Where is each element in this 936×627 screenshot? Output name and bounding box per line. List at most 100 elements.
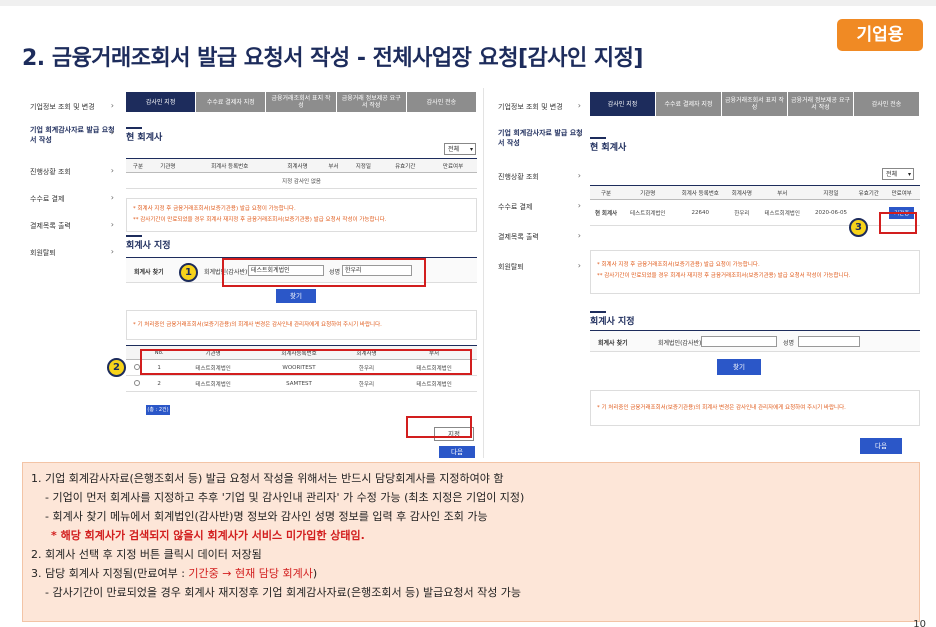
column-header: 유효기간 xyxy=(854,185,884,200)
chevron-right-icon: › xyxy=(577,201,581,210)
filter-value: 전체 xyxy=(886,171,898,178)
chevron-right-icon: › xyxy=(577,231,581,240)
page-title: 2. 금융거래조회서 발급 요청서 작성 - 전체사업장 요청[감사인 지정] xyxy=(22,46,643,71)
sidebar-item-label: 회원탈퇴 xyxy=(30,249,56,257)
marker-1: 1 xyxy=(179,263,198,282)
sidebar-item-fee-payment[interactable]: 수수료 결제 › xyxy=(22,184,118,211)
explanation-line: - 기업이 먼저 회계사를 지정하고 추후 '기업 및 감사인내 관리자' 가 … xyxy=(45,491,525,504)
sidebar-item-request-form[interactable]: 기업 회계감사자료 발급 요청서 작성 › xyxy=(490,122,585,162)
table-row[interactable]: 2 테스트회계법인 SAMTEST 한우리 테스트회계법인 xyxy=(126,375,477,392)
sidebar-menu: 기업정보 조회 및 변경 › 기업 회계감사자료 발급 요청서 작성 › 진행상황 … xyxy=(22,92,118,265)
sidebar-item-label: 수수료 결제 xyxy=(498,203,533,211)
current-accountant-title: 현 회계사 xyxy=(126,127,162,143)
explanation-box: 1. 기업 회계감사자료(은행조회서 등) 발급 요청서 작성을 위해서는 반드… xyxy=(22,462,920,622)
firm-name-input[interactable] xyxy=(701,336,777,347)
explanation-line: 2. 회계사 선택 후 지정 버튼 클릭시 데이터 저장됨 xyxy=(31,548,262,561)
sidebar-item-request-form[interactable]: 기업 회계감사자료 발급 요청서 작성 › xyxy=(22,119,118,157)
auditor-name-input[interactable] xyxy=(798,336,860,347)
assign-accountant-title: 회계사 지정 xyxy=(590,311,635,327)
next-button[interactable]: 다음 xyxy=(439,446,475,458)
sidebar-item-label: 결제목록 출력 xyxy=(30,222,71,230)
notice-box: * 회계사 지정 후 금융거래조회서(보증기관용) 발급 요청이 가능합니다. … xyxy=(590,250,920,294)
chevron-right-icon: › xyxy=(110,128,114,137)
sidebar-item-payment-list[interactable]: 결제목록 출력 › xyxy=(490,222,585,252)
explanation-line: - 감사기간이 만료되었을 경우 회계사 재지정후 기업 회계감사자료(은행조회… xyxy=(45,586,522,599)
sidebar-item-company-info[interactable]: 기업정보 조회 및 변경 › xyxy=(490,92,585,122)
sidebar-item-withdraw[interactable]: 회원탈퇴 › xyxy=(490,252,585,282)
table-row: 지정 감사인 없음 xyxy=(126,172,477,189)
change-notice-box: * 기 처리중인 금융거래조회서(보증기관용)의 회계사 변경은 감사인내 관리… xyxy=(126,310,477,340)
chevron-down-icon: ▾ xyxy=(907,171,911,178)
column-header: 만료여부 xyxy=(429,158,477,173)
cell-date: 2020-06-05 xyxy=(807,199,855,226)
column-header: 지정일 xyxy=(345,158,382,173)
filter-select[interactable]: 전체 ▾ xyxy=(882,168,914,180)
sidebar-item-fee-payment[interactable]: 수수료 결제 › xyxy=(490,192,585,222)
sidebar-item-label: 회원탈퇴 xyxy=(498,263,524,271)
step-assign-auditor: 감사인 지정 xyxy=(590,92,656,116)
sidebar-item-company-info[interactable]: 기업정보 조회 및 변경 › xyxy=(22,92,118,119)
sidebar-item-label: 결제목록 출력 xyxy=(498,233,539,241)
column-header: 지정일 xyxy=(807,185,855,200)
sidebar-item-progress[interactable]: 진행상황 조회 › xyxy=(490,162,585,192)
step-indicator: 감사인 지정 수수료 결제자 지정 금융거래조회서 표지 작성 금융거래 정보제… xyxy=(126,92,478,112)
top-strip xyxy=(0,0,936,6)
page-number: 10 xyxy=(913,619,926,627)
column-header: 만료여부 xyxy=(883,185,920,200)
main-content: 감사인 지정 수수료 결제자 지정 금융거래조회서 표지 작성 금융거래 정보제… xyxy=(126,92,478,458)
column-header: 구분 xyxy=(126,158,150,173)
step-request-doc: 금융거래 정보제공 요구서 작성 xyxy=(788,92,854,116)
explanation-line: 1. 기업 회계감사자료(은행조회서 등) 발급 요청서 작성을 위해서는 반드… xyxy=(31,472,504,485)
column-header: 부서 xyxy=(756,185,808,200)
step-fee-payer: 수수료 결제자 지정 xyxy=(656,92,722,116)
search-button[interactable]: 찾기 xyxy=(717,359,761,375)
radio-icon[interactable] xyxy=(134,379,140,386)
filter-select[interactable]: 전체 ▾ xyxy=(444,143,476,155)
audience-badge: 기업용 xyxy=(837,19,923,51)
column-header: 유효기간 xyxy=(381,158,430,173)
highlight-assign-button xyxy=(406,416,472,438)
chevron-right-icon: › xyxy=(110,220,114,229)
step-cover: 금융거래조회서 표지 작성 xyxy=(722,92,788,116)
column-header: 구분 xyxy=(590,185,623,200)
step-cover: 금융거래조회서 표지 작성 xyxy=(266,92,337,112)
cell-dept: 테스트회계법인 xyxy=(756,199,808,226)
search-button[interactable]: 찾기 xyxy=(276,289,316,303)
chevron-right-icon: › xyxy=(110,247,114,256)
sidebar-menu: 기업정보 조회 및 변경 › 기업 회계감사자료 발급 요청서 작성 › 진행상황 … xyxy=(490,92,585,282)
left-screenshot-panel: 기업정보 조회 및 변경 › 기업 회계감사자료 발급 요청서 작성 › 진행상황 … xyxy=(22,92,478,458)
total-count-badge: (총 : 2건) xyxy=(146,405,170,415)
sidebar-item-label: 기업 회계감사자료 발급 요청서 작성 xyxy=(498,129,583,147)
sidebar-item-label: 진행상황 조회 xyxy=(498,173,539,181)
row-radio[interactable] xyxy=(126,375,148,392)
column-header: 회계사명 xyxy=(273,158,322,173)
empty-message: 지정 감사인 없음 xyxy=(126,172,477,189)
firm-label: 회계법인(감사반)명 xyxy=(658,340,707,347)
search-panel: 회계사 찾기 회계법인(감사반)명 성명 xyxy=(590,330,920,352)
sidebar-item-withdraw[interactable]: 회원탈퇴 › xyxy=(22,238,118,265)
cell-reg: 22640 xyxy=(673,199,728,226)
sidebar-item-label: 수수료 결제 xyxy=(30,195,65,203)
search-label: 회계사 찾기 xyxy=(598,340,628,347)
chevron-right-icon: › xyxy=(577,261,581,270)
search-label: 회계사 찾기 xyxy=(134,269,164,276)
chevron-right-icon: › xyxy=(110,166,114,175)
notice-text: ** 감사기간이 만료되었을 경우 회계사 재지정 후 금융거래조회서(보증기관… xyxy=(597,273,851,279)
notice-text: * 회계사 지정 후 금융거래조회서(보증기관용) 발급 요청이 가능합니다. xyxy=(133,206,296,212)
cell-name: 한우리 xyxy=(341,375,392,392)
step-send: 감사인 전송 xyxy=(854,92,920,116)
next-button[interactable]: 다음 xyxy=(860,438,902,454)
filter-value: 전체 xyxy=(448,146,460,153)
table-row: 현 회계사 테스트회계법인 22640 한우리 테스트회계법인 2020-06-… xyxy=(590,199,920,226)
cell-reg: SAMTEST xyxy=(256,375,342,392)
explanation-line: 3. 담당 회계사 지정됨(만료여부 : 기간중 → 현재 담당 회계사) xyxy=(31,564,911,583)
sidebar-item-progress[interactable]: 진행상황 조회 › xyxy=(22,157,118,184)
sidebar-item-payment-list[interactable]: 결제목록 출력 › xyxy=(22,211,118,238)
column-header: 회계사 등록번호 xyxy=(185,158,274,173)
chevron-right-icon: › xyxy=(110,101,114,110)
main-content: 감사인 지정 수수료 결제자 지정 금융거래조회서 표지 작성 금융거래 정보제… xyxy=(590,92,920,454)
warning-line: * 해당 회계사가 검색되지 않을시 회계사가 서비스 미가입한 상태임. xyxy=(51,529,365,542)
sidebar-item-label: 기업정보 조회 및 변경 xyxy=(498,103,563,111)
column-header: 회계사 등록번호 xyxy=(673,185,728,200)
step-indicator: 감사인 지정 수수료 결제자 지정 금융거래조회서 표지 작성 금융거래 정보제… xyxy=(590,92,920,116)
